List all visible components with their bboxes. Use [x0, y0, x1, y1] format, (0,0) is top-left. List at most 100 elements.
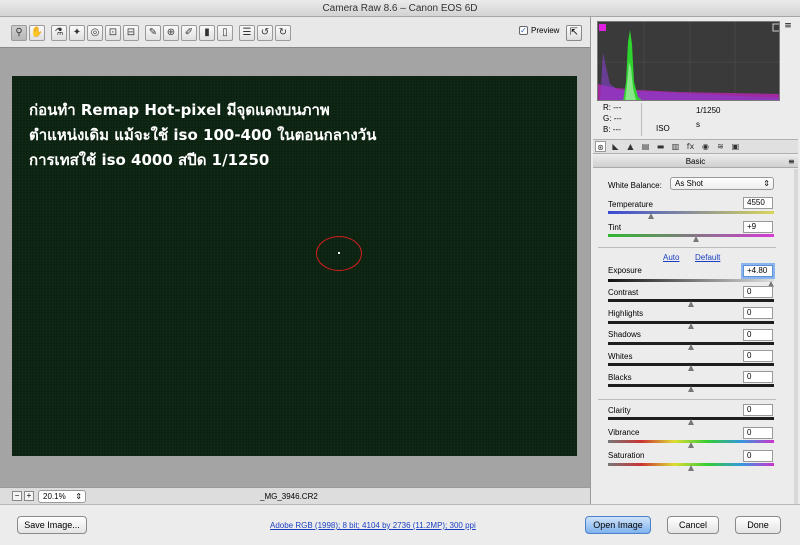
open-image-button[interactable]: Open Image — [585, 516, 651, 534]
tint-label: Tint — [608, 223, 622, 232]
vibrance-slider[interactable] — [608, 440, 774, 448]
slider-thumb[interactable] — [688, 442, 694, 448]
zoom-level-select[interactable]: 20.1% ⇕ — [38, 490, 86, 503]
camera-raw-window: Camera Raw 8.6 – Canon EOS 6D ⚲ ✋ ⚗ ✦ ◎ … — [0, 0, 800, 545]
histogram — [597, 21, 780, 101]
section-menu-icon[interactable]: ≡ — [788, 157, 795, 166]
zoom-in-button[interactable]: + — [24, 491, 34, 501]
tab-tone-curve-icon[interactable]: ◣ — [610, 141, 621, 152]
contrast-field[interactable]: 0 — [743, 286, 773, 298]
straighten-tool-icon[interactable]: ⊟ — [123, 25, 139, 41]
tab-presets-icon[interactable]: ≋ — [715, 141, 726, 152]
slider-thumb[interactable] — [692, 236, 699, 242]
divider — [598, 399, 776, 400]
exposure-label: Exposure — [608, 266, 642, 275]
tab-basic-icon[interactable]: ⊛ — [595, 141, 606, 152]
highlights-slider[interactable] — [608, 321, 774, 329]
divider — [598, 247, 776, 248]
contrast-slider[interactable] — [608, 299, 774, 307]
chevron-updown-icon: ⇕ — [75, 492, 82, 501]
saturation-slider[interactable] — [608, 463, 774, 471]
right-panel: ≡ R: --- G: --- B: --- 1/1250 s ISO 4000… — [590, 17, 800, 504]
clarity-slider[interactable] — [608, 417, 774, 425]
workflow-options-link[interactable]: Adobe RGB (1998); 8 bit; 4104 by 2736 (1… — [270, 521, 476, 530]
radial-filter-tool-icon[interactable]: ▯ — [217, 25, 233, 41]
color-sampler-tool-icon[interactable]: ✦ — [69, 25, 85, 41]
adjustment-brush-tool-icon[interactable]: ✐ — [181, 25, 197, 41]
white-balance-value: As Shot — [675, 179, 704, 188]
red-eye-tool-icon[interactable]: ⊕ — [163, 25, 179, 41]
white-balance-label: White Balance: — [608, 181, 662, 190]
section-title: Basic — [593, 156, 798, 168]
g-value: --- — [613, 114, 622, 123]
tab-hsl-icon[interactable]: ▤ — [640, 141, 651, 152]
exposure-field[interactable]: +4.80 — [743, 265, 773, 277]
cancel-button[interactable]: Cancel — [667, 516, 719, 534]
shutter-speed: 1/1250 s — [696, 106, 721, 129]
rotate-right-icon[interactable]: ↻ — [275, 25, 291, 41]
annotation-line: ตำแหน่งเดิม แม้จะใช้ iso 100-400 ในตอนกล… — [29, 126, 377, 144]
slider-thumb[interactable] — [688, 344, 694, 350]
tab-snapshots-icon[interactable]: ▣ — [730, 141, 741, 152]
white-balance-select[interactable]: As Shot ⇕ — [670, 177, 774, 190]
tint-field[interactable]: +9 — [743, 221, 773, 233]
clarity-field[interactable]: 0 — [743, 404, 773, 416]
zoom-out-button[interactable]: − — [12, 491, 22, 501]
zoom-level-value: 20.1% — [43, 492, 66, 501]
histogram-menu-icon[interactable]: ≡ — [783, 21, 793, 31]
tab-split-toning-icon[interactable]: ▬ — [655, 141, 666, 152]
shadow-clipping-warning-icon[interactable] — [599, 24, 606, 31]
highlights-field[interactable]: 0 — [743, 307, 773, 319]
temperature-field[interactable]: 4550 — [743, 197, 773, 209]
exposure-slider[interactable] — [608, 279, 774, 287]
preferences-icon[interactable]: ☰ — [239, 25, 255, 41]
preview-label: Preview — [531, 26, 560, 35]
saturation-field[interactable]: 0 — [743, 450, 773, 462]
fullscreen-icon[interactable]: ⇱ — [566, 25, 582, 41]
slider-thumb[interactable] — [688, 386, 694, 392]
r-label: R: — [603, 103, 611, 112]
filename: _MG_3946.CR2 — [260, 492, 318, 501]
slider-thumb[interactable] — [688, 465, 694, 471]
rotate-left-icon[interactable]: ↺ — [257, 25, 273, 41]
hand-tool-icon[interactable]: ✋ — [29, 25, 45, 41]
tint-slider[interactable] — [608, 234, 774, 242]
slider-thumb[interactable] — [688, 419, 694, 425]
tab-detail-icon[interactable]: ▲ — [625, 141, 636, 152]
highlight-clipping-warning-icon[interactable] — [772, 23, 780, 32]
blacks-label: Blacks — [608, 373, 632, 382]
blacks-slider[interactable] — [608, 384, 774, 392]
zoom-tool-icon[interactable]: ⚲ — [11, 25, 27, 41]
save-image-button[interactable]: Save Image... — [17, 516, 87, 534]
graduated-filter-tool-icon[interactable]: ▮ — [199, 25, 215, 41]
spot-removal-tool-icon[interactable]: ✎ — [145, 25, 161, 41]
crop-tool-icon[interactable]: ⊡ — [105, 25, 121, 41]
targeted-adjustment-tool-icon[interactable]: ◎ — [87, 25, 103, 41]
vibrance-field[interactable]: 0 — [743, 427, 773, 439]
white-balance-tool-icon[interactable]: ⚗ — [51, 25, 67, 41]
tab-camera-calibration-icon[interactable]: ◉ — [700, 141, 711, 152]
shadows-slider[interactable] — [608, 342, 774, 350]
photo-preview[interactable]: ก่อนทำ Remap Hot-pixel มีจุดแดงบนภาพ ตำแ… — [12, 76, 577, 456]
title-bar: Camera Raw 8.6 – Canon EOS 6D — [0, 0, 800, 17]
whites-field[interactable]: 0 — [743, 350, 773, 362]
annotation-text: ก่อนทำ Remap Hot-pixel มีจุดแดงบนภาพ ตำแ… — [29, 98, 376, 173]
auto-link[interactable]: Auto — [663, 253, 679, 262]
blacks-field[interactable]: 0 — [743, 371, 773, 383]
preview-checkbox[interactable]: ✓ — [519, 26, 528, 35]
tab-effects-icon[interactable]: fx — [685, 141, 696, 152]
done-button[interactable]: Done — [735, 516, 781, 534]
chevron-updown-icon: ⇕ — [763, 179, 770, 188]
preview-toggle[interactable]: ✓ Preview — [519, 26, 559, 35]
slider-thumb[interactable] — [688, 323, 694, 329]
saturation-label: Saturation — [608, 451, 645, 460]
slider-thumb[interactable] — [688, 301, 694, 307]
slider-thumb[interactable] — [688, 365, 694, 371]
temperature-slider[interactable] — [608, 211, 774, 219]
shadows-field[interactable]: 0 — [743, 329, 773, 341]
panel-scrollbar[interactable] — [794, 169, 798, 504]
whites-slider[interactable] — [608, 363, 774, 371]
slider-thumb[interactable] — [648, 213, 655, 219]
default-link[interactable]: Default — [695, 253, 720, 262]
tab-lens-corrections-icon[interactable]: ▥ — [670, 141, 681, 152]
